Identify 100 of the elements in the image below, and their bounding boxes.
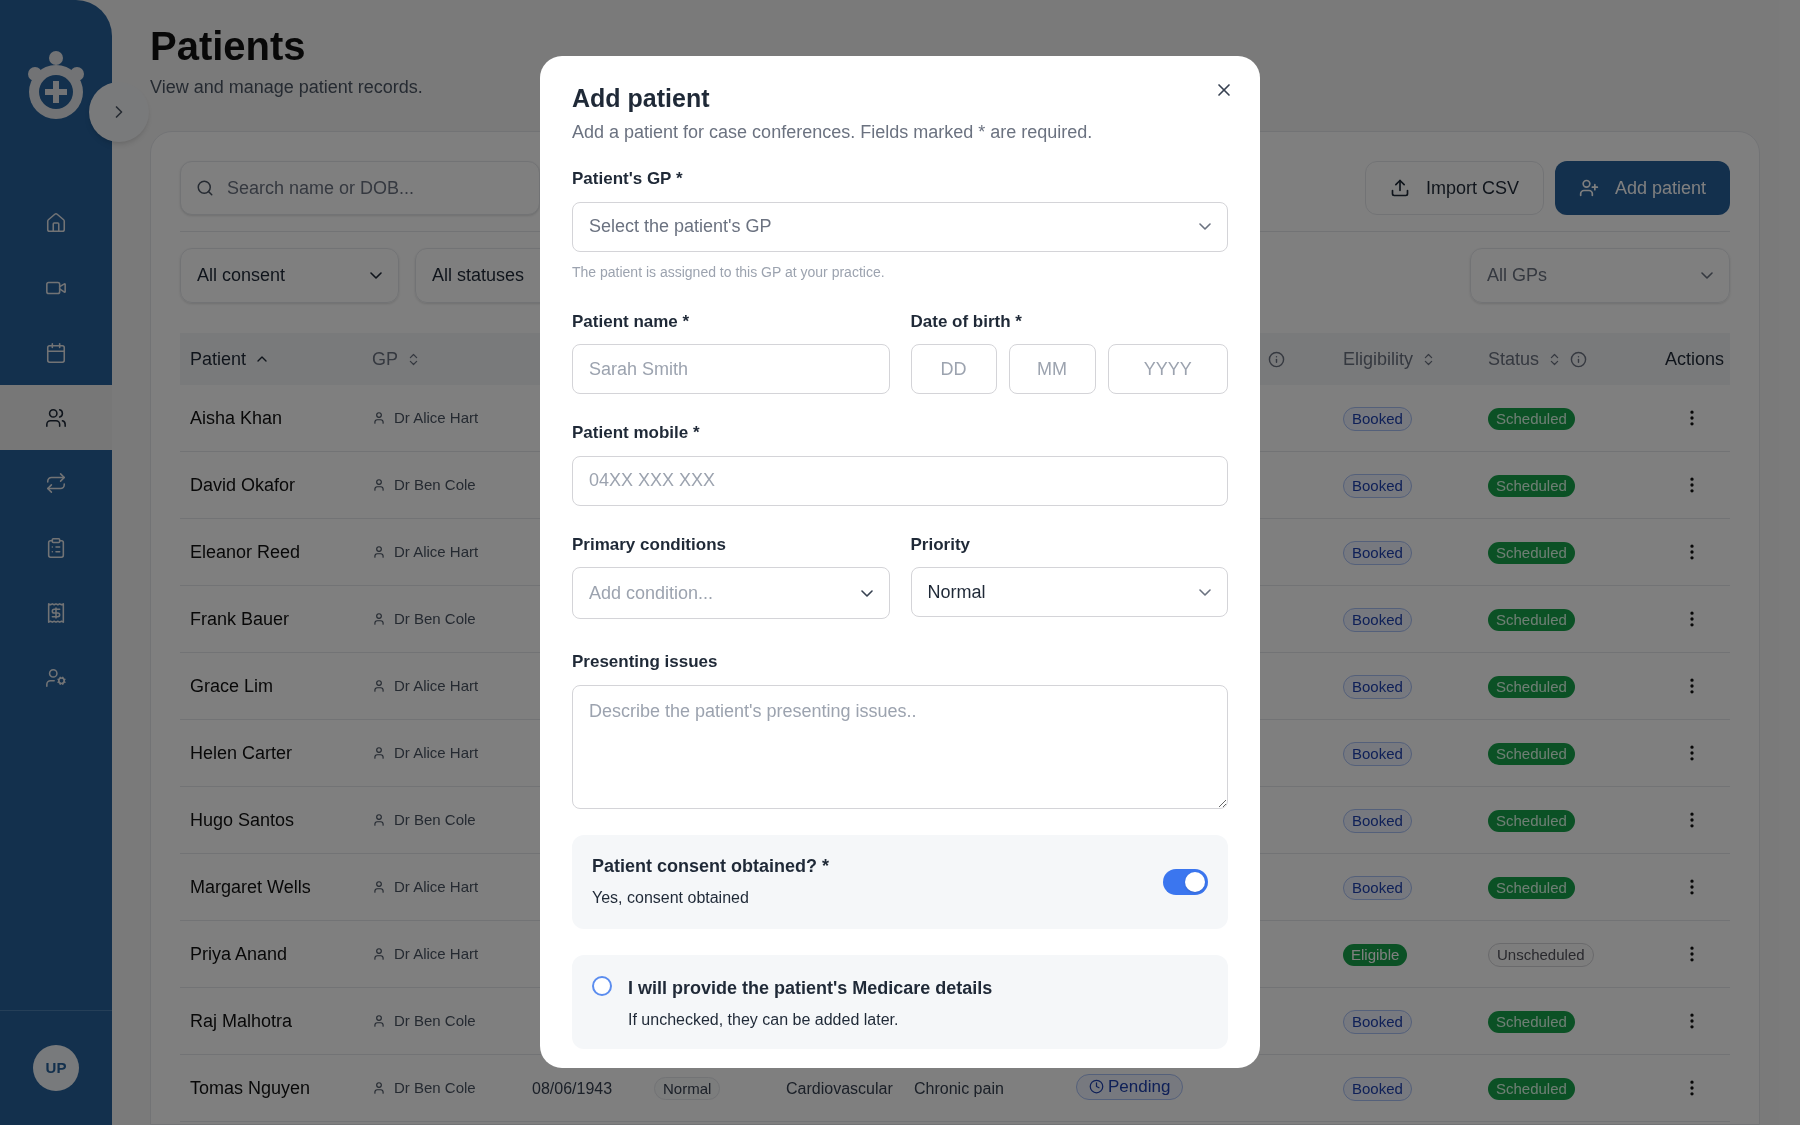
patient-name[interactable]: Frank Bauer xyxy=(190,608,290,629)
status-badge: Booked xyxy=(1343,540,1412,565)
status-badge: Scheduled xyxy=(1488,742,1575,765)
status-badge: Booked xyxy=(1343,1076,1412,1101)
issues-textarea[interactable]: Describe the patient's presenting issues.. xyxy=(572,684,1228,809)
person-icon xyxy=(372,679,386,693)
filter-dropdown[interactable]: All GPs xyxy=(1470,248,1730,303)
priority-tag: Normal xyxy=(654,1076,721,1100)
field-label: Patient name * xyxy=(572,310,691,333)
patient-name[interactable]: Aisha Khan xyxy=(190,407,283,428)
person-icon xyxy=(372,746,386,760)
gp-name: Dr Alice Hart xyxy=(394,742,479,763)
dob-text: 08/06/1943 xyxy=(532,1079,613,1097)
column-header[interactable]: Actions xyxy=(1664,345,1724,373)
person-icon xyxy=(372,478,386,492)
person-icon xyxy=(372,612,386,626)
consent-title: Patient consent obtained? * xyxy=(592,855,830,878)
gp-name: Dr Alice Hart xyxy=(394,675,479,696)
patient-name[interactable]: Tomas Nguyen xyxy=(190,1077,311,1098)
user-settings-icon xyxy=(45,666,67,689)
date-part-input[interactable]: MM xyxy=(1008,344,1096,394)
person-icon xyxy=(372,1081,386,1095)
status-badge: Booked xyxy=(1343,741,1412,766)
receipt-icon xyxy=(45,601,67,624)
arrows-icon xyxy=(45,471,67,494)
page-title: Patients xyxy=(150,23,307,70)
status-badge: Scheduled xyxy=(1488,675,1575,698)
condition-tag: Chronic pain xyxy=(914,1079,1004,1097)
person-icon xyxy=(372,411,386,425)
gp-name: Dr Alice Hart xyxy=(394,407,479,428)
page-subtitle: View and manage patient records. xyxy=(150,76,423,99)
medicare-subtitle: If unchecked, they can be added later. xyxy=(628,1009,900,1030)
patient-name[interactable]: Raj Malhotra xyxy=(190,1010,293,1031)
gp-name: Dr Alice Hart xyxy=(394,943,479,964)
field-label: Priority xyxy=(910,533,972,556)
search-icon xyxy=(196,179,214,197)
consent-toggle[interactable] xyxy=(1163,868,1208,895)
consent-subtitle: Yes, consent obtained xyxy=(592,888,750,908)
conditions-select[interactable]: Add condition... xyxy=(572,567,890,619)
patient-name[interactable]: Eleanor Reed xyxy=(190,541,301,562)
gp-select[interactable]: Select the patient's GP xyxy=(572,201,1228,252)
status-badge: Pending xyxy=(1076,1073,1184,1100)
patient-name[interactable]: Priya Anand xyxy=(190,943,288,964)
user-plus-icon xyxy=(1578,178,1599,198)
column-header[interactable]: Patient xyxy=(190,345,247,373)
add-patient-button[interactable]: Add patient xyxy=(1554,161,1730,215)
status-badge: Scheduled xyxy=(1488,608,1575,631)
gp-name: Dr Ben Cole xyxy=(394,608,476,629)
users-icon xyxy=(45,406,67,429)
mobile-input[interactable]: 04XX XXX XXX xyxy=(572,455,1228,506)
filter-dropdown[interactable]: All consent xyxy=(180,248,399,303)
column-header[interactable]: GP xyxy=(372,345,398,373)
status-badge: Scheduled xyxy=(1488,541,1575,564)
patient-name[interactable]: Grace Lim xyxy=(190,675,274,696)
date-part-input[interactable]: DD xyxy=(910,344,997,394)
person-icon xyxy=(372,1014,386,1028)
person-icon xyxy=(372,880,386,894)
chevron-down-icon xyxy=(860,589,873,597)
status-badge: Unscheduled xyxy=(1488,942,1594,967)
field-label: Date of birth * xyxy=(910,310,1023,333)
gp-name: Dr Alice Hart xyxy=(394,541,479,562)
patient-name[interactable]: Margaret Wells xyxy=(190,876,311,897)
status-badge: Booked xyxy=(1343,607,1412,632)
patient-name[interactable]: David Okafor xyxy=(190,474,296,495)
gp-name: Dr Ben Cole xyxy=(394,1010,476,1031)
status-badge: Scheduled xyxy=(1488,1010,1575,1033)
status-badge: Booked xyxy=(1343,406,1412,431)
status-badge: Booked xyxy=(1343,674,1412,699)
name-input[interactable]: Sarah Smith xyxy=(572,344,890,394)
dialog-subtitle: Add a patient for case conferences. Fields marked * are required. xyxy=(572,121,1094,144)
field-label: Patient's GP * xyxy=(572,168,684,190)
status-badge: Scheduled xyxy=(1488,474,1575,497)
gp-name: Dr Alice Hart xyxy=(394,876,479,897)
medicare-title: I will provide the patient's Medicare details xyxy=(628,976,993,1000)
medicare-radio[interactable] xyxy=(592,975,612,996)
column-header[interactable]: Eligibility xyxy=(1343,345,1414,373)
status-badge: Scheduled xyxy=(1488,1077,1575,1100)
gp-name: Dr Ben Cole xyxy=(394,809,476,830)
home-icon xyxy=(45,211,67,234)
column-header[interactable]: Status xyxy=(1488,345,1540,373)
gp-name: Dr Ben Cole xyxy=(394,1077,476,1098)
status-badge: Scheduled xyxy=(1488,876,1575,899)
status-badge: Scheduled xyxy=(1488,809,1575,832)
status-badge: Booked xyxy=(1343,875,1412,900)
patient-name[interactable]: Helen Carter xyxy=(190,742,293,763)
import-button[interactable]: Import CSV xyxy=(1364,161,1544,215)
status-badge: Booked xyxy=(1343,1009,1412,1034)
date-part-input[interactable]: YYYY xyxy=(1107,344,1228,394)
upload-icon xyxy=(1389,178,1410,198)
chevron-down-icon xyxy=(1199,588,1211,596)
person-icon xyxy=(372,545,386,559)
status-badge: Booked xyxy=(1343,473,1412,498)
search-field[interactable]: Search name or DOB... xyxy=(180,161,540,215)
condition-tag: Cardiovascular xyxy=(786,1079,893,1097)
chevron-down-icon xyxy=(1199,223,1211,230)
status-badge: Booked xyxy=(1343,808,1412,833)
patient-name[interactable]: Hugo Santos xyxy=(190,809,295,830)
user-avatar[interactable]: UP xyxy=(33,1045,79,1091)
priority-select[interactable]: Normal xyxy=(910,567,1228,617)
field-label: Presenting issues xyxy=(572,651,719,673)
